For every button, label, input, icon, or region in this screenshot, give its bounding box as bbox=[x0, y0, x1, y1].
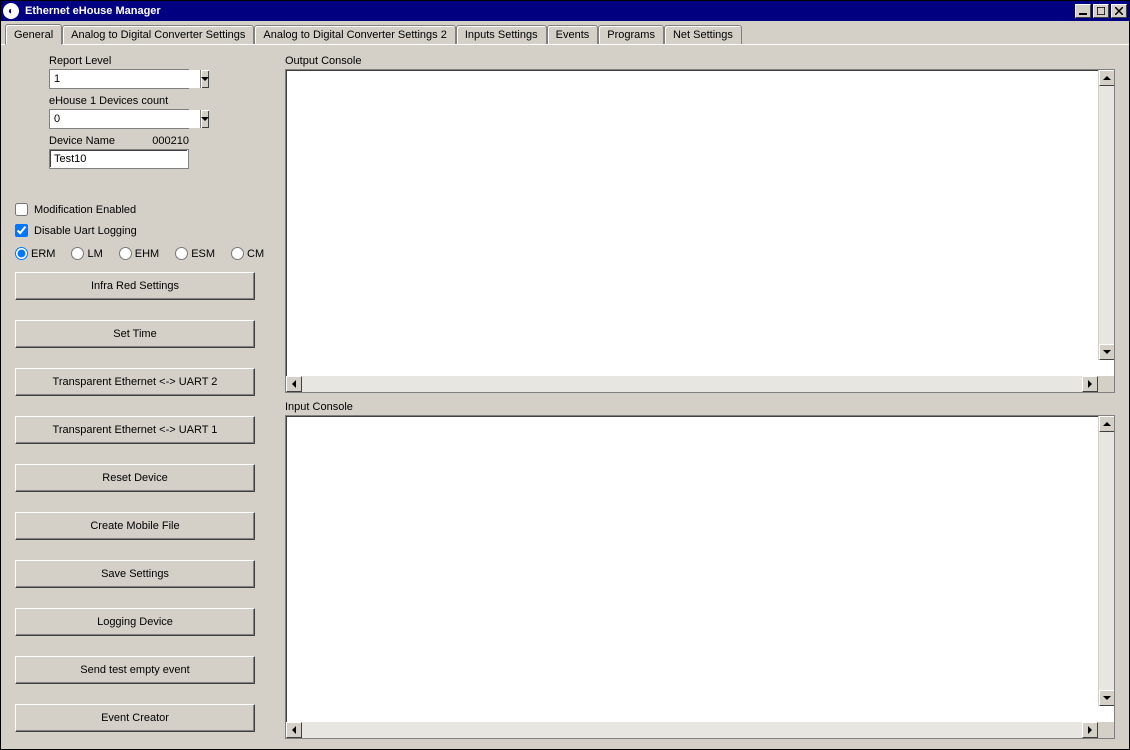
scroll-right-icon[interactable] bbox=[1082, 376, 1098, 392]
field-group: Report Level eHouse 1 Devices count Devi… bbox=[49, 55, 265, 175]
radio-ehm[interactable]: EHM bbox=[119, 247, 159, 260]
device-count-combo[interactable] bbox=[49, 109, 189, 129]
report-level-combo[interactable] bbox=[49, 69, 189, 89]
input-console-body[interactable] bbox=[286, 416, 1114, 722]
dropdown-icon[interactable] bbox=[200, 70, 209, 88]
report-level-input[interactable] bbox=[50, 70, 200, 88]
tab-adc[interactable]: Analog to Digital Converter Settings bbox=[62, 25, 254, 44]
maximize-button[interactable] bbox=[1093, 4, 1109, 18]
titlebar: ◐ Ethernet eHouse Manager bbox=[1, 1, 1129, 21]
disable-uart-label: Disable Uart Logging bbox=[34, 225, 137, 237]
device-name-code: 000210 bbox=[152, 135, 189, 147]
tab-label: Events bbox=[556, 29, 590, 41]
report-level-label: Report Level bbox=[49, 55, 265, 67]
scroll-down-icon[interactable] bbox=[1099, 344, 1114, 360]
scroll-corner bbox=[1098, 722, 1114, 738]
transparent-uart1-button[interactable]: Transparent Ethernet <-> UART 1 bbox=[15, 416, 255, 444]
output-console bbox=[285, 69, 1115, 393]
modification-enabled-label: Modification Enabled bbox=[34, 204, 136, 216]
radio-lm[interactable]: LM bbox=[71, 247, 102, 260]
tab-net[interactable]: Net Settings bbox=[664, 25, 742, 44]
device-name-input[interactable] bbox=[49, 149, 189, 169]
tab-label: Net Settings bbox=[673, 29, 733, 41]
window-controls bbox=[1075, 4, 1127, 18]
input-vscroll[interactable] bbox=[1098, 416, 1114, 706]
scroll-corner bbox=[1098, 376, 1114, 392]
tab-label: Analog to Digital Converter Settings bbox=[71, 29, 245, 41]
scroll-up-icon[interactable] bbox=[1099, 416, 1114, 432]
client-area: Report Level eHouse 1 Devices count Devi… bbox=[1, 45, 1129, 749]
output-console-label: Output Console bbox=[285, 55, 1115, 67]
device-name-label-row: Device Name 000210 bbox=[49, 135, 189, 147]
tab-general[interactable]: General bbox=[5, 24, 62, 45]
scroll-left-icon[interactable] bbox=[286, 376, 302, 392]
modification-enabled-row: Modification Enabled bbox=[15, 203, 265, 216]
minimize-button[interactable] bbox=[1075, 4, 1091, 18]
close-button[interactable] bbox=[1111, 4, 1127, 18]
transparent-uart2-button[interactable]: Transparent Ethernet <-> UART 2 bbox=[15, 368, 255, 396]
tab-label: Analog to Digital Converter Settings 2 bbox=[263, 29, 446, 41]
app-icon: ◐ bbox=[3, 3, 19, 19]
scroll-track[interactable] bbox=[1099, 86, 1114, 344]
radio-esm[interactable]: ESM bbox=[175, 247, 215, 260]
input-console bbox=[285, 415, 1115, 739]
radio-cm[interactable]: CM bbox=[231, 247, 264, 260]
infra-red-button[interactable]: Infra Red Settings bbox=[15, 272, 255, 300]
disable-uart-checkbox[interactable] bbox=[15, 224, 28, 237]
set-time-button[interactable]: Set Time bbox=[15, 320, 255, 348]
tab-label: General bbox=[14, 29, 53, 41]
device-count-input[interactable] bbox=[50, 110, 200, 128]
tab-label: Programs bbox=[607, 29, 655, 41]
tab-adc2[interactable]: Analog to Digital Converter Settings 2 bbox=[254, 25, 455, 44]
event-creator-button[interactable]: Event Creator bbox=[15, 704, 255, 732]
reset-device-button[interactable]: Reset Device bbox=[15, 464, 255, 492]
send-test-event-button[interactable]: Send test empty event bbox=[15, 656, 255, 684]
scroll-down-icon[interactable] bbox=[1099, 690, 1114, 706]
logging-device-button[interactable]: Logging Device bbox=[15, 608, 255, 636]
save-settings-button[interactable]: Save Settings bbox=[15, 560, 255, 588]
create-mobile-button[interactable]: Create Mobile File bbox=[15, 512, 255, 540]
tab-label: Inputs Settings bbox=[465, 29, 538, 41]
scroll-track[interactable] bbox=[1099, 432, 1114, 690]
dropdown-icon[interactable] bbox=[200, 110, 209, 128]
modification-enabled-checkbox[interactable] bbox=[15, 203, 28, 216]
output-vscroll[interactable] bbox=[1098, 70, 1114, 360]
disable-uart-row: Disable Uart Logging bbox=[15, 224, 265, 237]
tab-programs[interactable]: Programs bbox=[598, 25, 664, 44]
device-count-label: eHouse 1 Devices count bbox=[49, 95, 265, 107]
scroll-up-icon[interactable] bbox=[1099, 70, 1114, 86]
input-hscroll[interactable] bbox=[286, 722, 1114, 738]
tab-inputs[interactable]: Inputs Settings bbox=[456, 25, 547, 44]
tab-strip: General Analog to Digital Converter Sett… bbox=[1, 21, 1129, 45]
scroll-track[interactable] bbox=[302, 722, 1082, 738]
left-column: Report Level eHouse 1 Devices count Devi… bbox=[15, 55, 265, 739]
window-title: Ethernet eHouse Manager bbox=[23, 5, 1075, 17]
scroll-track[interactable] bbox=[302, 376, 1082, 392]
input-console-label: Input Console bbox=[285, 401, 1115, 413]
tab-events[interactable]: Events bbox=[547, 25, 599, 44]
scroll-left-icon[interactable] bbox=[286, 722, 302, 738]
device-type-radio-group: ERM LM EHM ESM CM bbox=[15, 247, 265, 260]
output-console-body[interactable] bbox=[286, 70, 1114, 376]
device-name-label: Device Name bbox=[49, 135, 115, 147]
right-column: Output Console bbox=[285, 55, 1115, 739]
output-hscroll[interactable] bbox=[286, 376, 1114, 392]
app-window: ◐ Ethernet eHouse Manager General Analog… bbox=[0, 0, 1130, 750]
scroll-right-icon[interactable] bbox=[1082, 722, 1098, 738]
radio-erm[interactable]: ERM bbox=[15, 247, 55, 260]
